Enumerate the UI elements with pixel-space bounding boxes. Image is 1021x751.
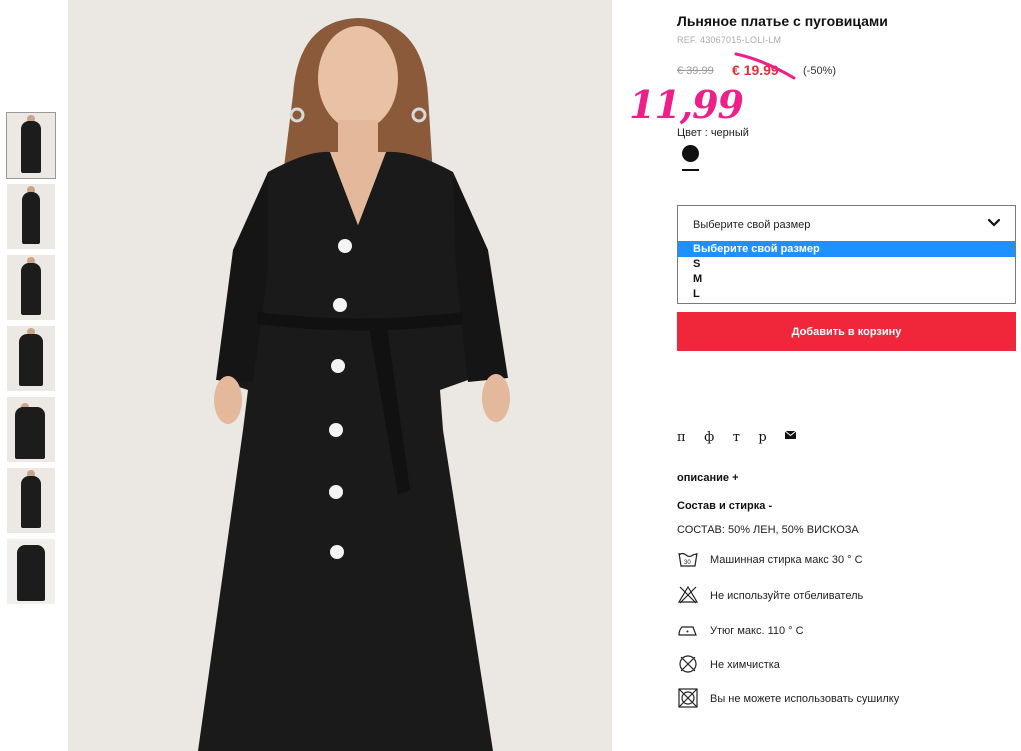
share-google-link[interactable]: р: [758, 430, 766, 445]
add-to-cart-button[interactable]: Добавить в корзину: [677, 312, 1016, 351]
wash-30-icon: 30: [678, 552, 698, 567]
discount-badge: (-50%): [803, 65, 837, 77]
size-options-list: Выберите свой размер S M L: [677, 242, 1016, 304]
thumbnail-figure: [22, 192, 40, 244]
no-tumble-dry-icon: [678, 688, 698, 708]
care-row-iron: Утюг макс. 110 ° С: [677, 619, 1017, 643]
thumbnail-figure: [21, 263, 41, 315]
description-toggle[interactable]: описание +: [677, 472, 739, 484]
size-option-l[interactable]: L: [678, 287, 1015, 302]
composition-text: СОСТАВ: 50% ЛЕН, 50% ВИСКОЗА: [677, 524, 859, 536]
composition-toggle[interactable]: Состав и стирка -: [677, 500, 772, 512]
care-text: Машинная стирка макс 30 ° С: [710, 554, 863, 566]
thumbnail-1[interactable]: [6, 112, 56, 179]
product-title: Льняное платье с пуговицами: [677, 13, 888, 29]
thumbnail-7[interactable]: [7, 539, 55, 604]
thumbnail-3[interactable]: [7, 255, 55, 320]
size-select[interactable]: Выберите свой размер: [677, 205, 1016, 242]
product-photo: [68, 0, 612, 751]
share-links: п ф т р: [677, 428, 797, 445]
no-bleach-icon: [677, 585, 699, 604]
size-option-placeholder[interactable]: Выберите свой размер: [678, 242, 1015, 257]
care-row-wash: 30 Машинная стирка макс 30 ° С: [677, 548, 1017, 572]
product-ref: REF. 43067015-LOLI-LM: [677, 35, 782, 45]
care-text: Вы не можете использовать сушилку: [710, 693, 900, 705]
selected-swatch-indicator: [682, 169, 699, 171]
care-text: Не химчистка: [710, 659, 780, 671]
no-dry-clean-icon: [679, 655, 697, 673]
share-twitter-link[interactable]: т: [733, 430, 740, 445]
thumbnail-5[interactable]: [7, 397, 55, 462]
svg-text:30: 30: [684, 560, 691, 566]
share-facebook-link[interactable]: ф: [704, 430, 714, 445]
thumbnail-figure: [21, 121, 41, 173]
thumbnail-figure: [15, 407, 45, 459]
thumbnail-figure: [21, 476, 41, 528]
care-row-tumble: Вы не можете использовать сушилку: [677, 687, 1017, 711]
handwritten-strike-mark: [734, 52, 796, 80]
color-swatch-black[interactable]: [682, 145, 699, 162]
iron-110-icon: [678, 626, 697, 636]
mail-icon[interactable]: [785, 431, 797, 439]
care-row-dryclean: Не химчистка: [677, 653, 1017, 677]
care-text: Не используйте отбеливатель: [710, 590, 864, 602]
size-option-s[interactable]: S: [678, 257, 1015, 272]
chevron-down-icon: [987, 218, 1001, 227]
old-price: € 39.99: [677, 65, 714, 77]
thumbnail-strip: [6, 112, 56, 610]
color-label: Цвет : черный: [677, 127, 749, 139]
thumbnail-6[interactable]: [7, 468, 55, 533]
size-select-value: Выберите свой размер: [693, 219, 811, 231]
dress-model-illustration: [68, 0, 612, 751]
thumbnail-figure: [17, 545, 45, 601]
handwritten-new-price: 11,99: [629, 82, 744, 127]
size-option-m[interactable]: M: [678, 272, 1015, 287]
thumbnail-figure: [19, 334, 43, 386]
care-text: Утюг макс. 110 ° С: [710, 625, 804, 637]
care-row-bleach: Не используйте отбеливатель: [677, 584, 1017, 608]
thumbnail-4[interactable]: [7, 326, 55, 391]
thumbnail-2[interactable]: [7, 184, 55, 249]
share-pinterest-link[interactable]: п: [677, 430, 686, 445]
